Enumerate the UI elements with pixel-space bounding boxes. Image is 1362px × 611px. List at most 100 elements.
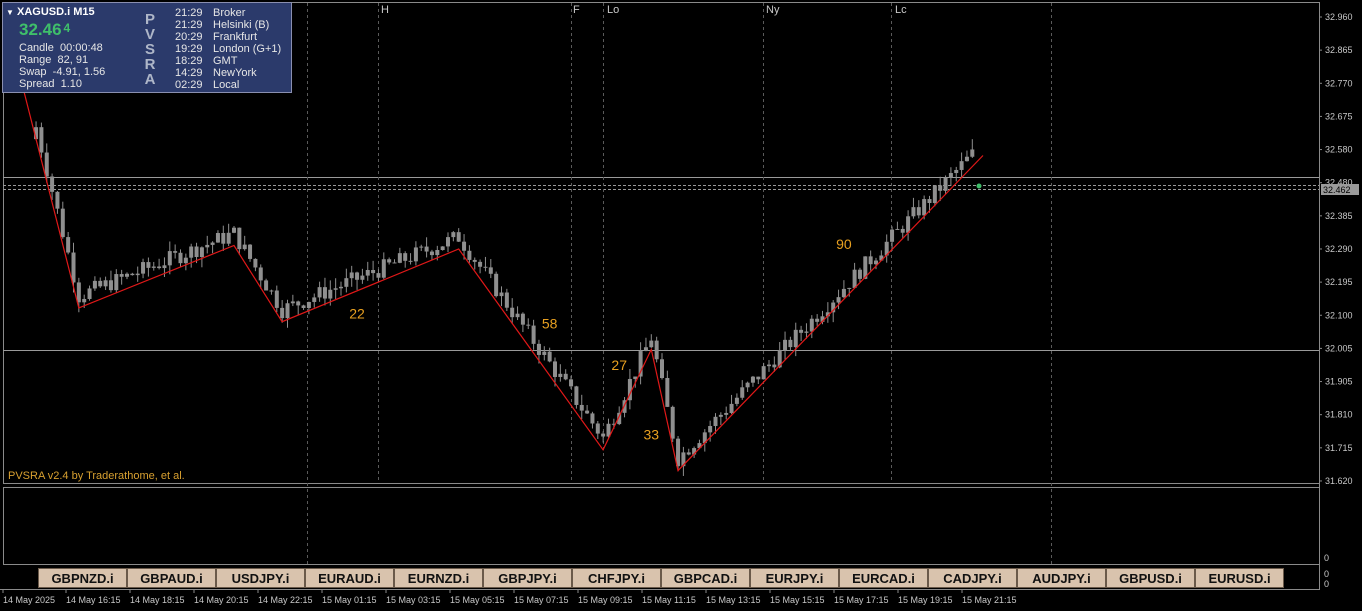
session-marker-label: Lo (607, 4, 619, 16)
symbol-info-panel[interactable]: ▼ XAGUSD.i M15 32.46 4 Candle 00:00:48 Ra… (2, 2, 292, 93)
candle-body (440, 246, 445, 251)
candle-body (841, 288, 846, 298)
candle-body (558, 373, 563, 377)
candle-body (895, 228, 900, 230)
candle-body (874, 260, 878, 265)
symbol-tab-audjpy-i[interactable]: AUDJPY.i (1017, 568, 1106, 588)
symbol-tab-eurcad-i[interactable]: EURCAD.i (839, 568, 928, 588)
candle-body (322, 287, 327, 299)
symbol-tab-gbpusd-i[interactable]: GBPUSD.i (1106, 568, 1195, 588)
symbol-tab-chfjpy-i[interactable]: CHFJPY.i (572, 568, 661, 588)
candle-body (130, 273, 135, 276)
candle-body (269, 290, 274, 292)
candle-body (574, 386, 579, 405)
candle-body (740, 387, 745, 398)
time-tick-label: 14 May 20:15 (194, 595, 249, 605)
symbol-tab-eurusd-i[interactable]: EURUSD.i (1195, 568, 1284, 588)
collapse-triangle-icon[interactable]: ▼ (6, 8, 14, 17)
candle-body (376, 273, 381, 278)
candle-body (761, 366, 766, 380)
zigzag (19, 75, 984, 472)
candle-body (215, 233, 220, 243)
price-tick-label: 31.620 (1325, 476, 1353, 486)
candle-body (408, 260, 413, 262)
time-tick-label: 15 May 01:15 (322, 595, 377, 605)
candle-body (654, 340, 659, 360)
candle-body (601, 433, 606, 437)
time-tick-label: 15 May 13:15 (706, 595, 761, 605)
candle-body (718, 414, 723, 417)
pvsra-vertical-label: P V S R A (144, 11, 156, 88)
wave-count-label: 33 (644, 426, 660, 442)
symbol-tab-gbpjpy-i[interactable]: GBPJPY.i (483, 568, 572, 588)
candle-body (793, 329, 798, 348)
time-tick-label: 15 May 21:15 (962, 595, 1017, 605)
candle-body (50, 176, 55, 192)
candle-body (520, 313, 525, 325)
time-tick-label: 15 May 11:15 (642, 595, 696, 605)
candle-body (890, 229, 895, 242)
candle-body (199, 247, 204, 257)
candle-body (665, 378, 670, 407)
candle-body (253, 258, 258, 268)
symbol-tab-cadjpy-i[interactable]: CADJPY.i (928, 568, 1017, 588)
candle-body (943, 177, 948, 191)
candle-body (392, 262, 397, 264)
candle-body (429, 251, 434, 256)
candle-body (916, 207, 921, 216)
wave-labels: 22 58 27 33 90 (349, 236, 852, 442)
candle-body (194, 246, 199, 257)
session-marker-label: Lc (895, 4, 907, 16)
symbol-tab-eurjpy-i[interactable]: EURJPY.i (750, 568, 839, 588)
candle-body (750, 376, 755, 383)
candle-body (959, 161, 964, 170)
candle-body (71, 252, 76, 283)
price-tick-label: 32.770 (1325, 78, 1353, 88)
candle-body (344, 278, 349, 287)
candle-body (328, 289, 333, 299)
candle-body (210, 242, 215, 245)
candles (34, 121, 975, 476)
time-tick-label: 15 May 17:15 (834, 595, 889, 605)
price-tick-label: 31.715 (1325, 443, 1353, 453)
candle-body (927, 199, 932, 204)
price-main: 32.46 (19, 20, 62, 39)
candle-body (221, 233, 226, 244)
candle-body (488, 267, 493, 274)
candle-body (296, 301, 301, 306)
candle-body (467, 250, 472, 260)
symbol-name: XAGUSD.i (16, 6, 71, 18)
candle-body (424, 246, 429, 252)
time-tick-label: 15 May 07:15 (514, 595, 569, 605)
candle-body (494, 273, 499, 297)
symbol-tab-gbpcad-i[interactable]: GBPCAD.i (661, 568, 750, 588)
candle-body (478, 261, 483, 267)
time-tick-label: 15 May 03:15 (386, 595, 441, 605)
candle-body (462, 241, 467, 251)
candle-body (397, 253, 402, 263)
candle-body (173, 251, 178, 253)
candle-body (590, 413, 595, 424)
symbol-tab-gbpaud-i[interactable]: GBPAUD.i (127, 568, 216, 588)
tab-axis-label-2: 0 (1324, 579, 1329, 589)
candle-body (92, 280, 97, 289)
price-tick-label: 32.675 (1325, 111, 1353, 121)
candle-body (365, 270, 370, 276)
candle-body (98, 280, 103, 287)
price-tick-label: 32.290 (1325, 244, 1353, 254)
candle-body (686, 452, 691, 455)
candle-body (333, 288, 338, 290)
symbol-tab-eurnzd-i[interactable]: EURNZD.i (394, 568, 483, 588)
symbol-tab-gbpnzd-i[interactable]: GBPNZD.i (38, 568, 127, 588)
session-marker-label: H (381, 4, 389, 16)
candle-body (135, 273, 140, 276)
candle-body (387, 259, 392, 263)
candle-body (670, 406, 675, 439)
stat-row-range: Range 82, 91 (19, 54, 89, 66)
symbol-tab-euraud-i[interactable]: EURAUD.i (305, 568, 394, 588)
session-row-helsinki: 21:29 Helsinki (B) (175, 19, 270, 31)
symbol-tab-usdjpy-i[interactable]: USDJPY.i (216, 568, 305, 588)
candle-body (954, 169, 959, 174)
time-tick-label: 14 May 18:15 (130, 595, 185, 605)
candle-body (60, 208, 65, 238)
